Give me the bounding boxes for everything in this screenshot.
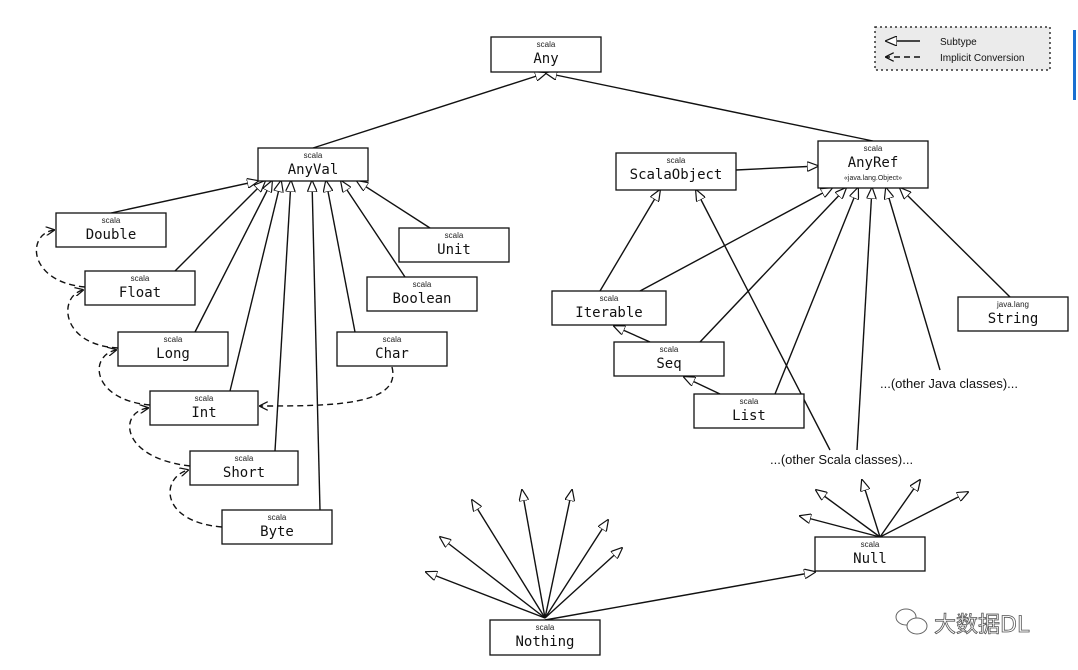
node-name: Float bbox=[119, 285, 161, 301]
node-package: scala bbox=[864, 144, 883, 153]
edge-seq-iterable bbox=[614, 326, 651, 343]
node-name: Seq bbox=[656, 356, 681, 372]
node-name: String bbox=[988, 311, 1039, 327]
edge-otherjava-anyref bbox=[886, 188, 941, 371]
node-name: Any bbox=[533, 51, 558, 67]
node-any: scala Any bbox=[490, 36, 602, 73]
node-string: java.lang String bbox=[957, 296, 1069, 332]
node-int: scala Int bbox=[149, 390, 259, 426]
edge-seq-anyref bbox=[699, 188, 846, 343]
node-package: scala bbox=[600, 294, 619, 303]
node-package: scala bbox=[164, 335, 183, 344]
edge-short-anyval bbox=[274, 181, 291, 452]
node-scalaobject: scala ScalaObject bbox=[615, 152, 737, 191]
node-name: ScalaObject bbox=[630, 167, 723, 183]
edge-iterable-scalaobject bbox=[599, 190, 660, 292]
edge-nothing-fan bbox=[426, 572, 546, 619]
legend-subtype-label: Subtype bbox=[940, 37, 977, 48]
node-name: Null bbox=[853, 551, 887, 567]
legend: Subtype Implicit Conversion bbox=[874, 26, 1051, 71]
watermark: 大数据DL bbox=[895, 608, 1030, 638]
node-package: scala bbox=[131, 274, 150, 283]
scala-type-hierarchy-diagram: Subtype Implicit Conversion scala Any sc… bbox=[0, 0, 1078, 670]
edge-scalaobject-anyref bbox=[735, 166, 818, 170]
node-name: List bbox=[732, 408, 766, 424]
edge-float-anyval bbox=[174, 181, 265, 272]
node-name: Char bbox=[375, 346, 409, 362]
node-name: Iterable bbox=[575, 305, 642, 321]
node-package: scala bbox=[383, 335, 402, 344]
edge-nothing-fan bbox=[544, 490, 572, 619]
node-package: scala bbox=[413, 280, 432, 289]
node-char: scala Char bbox=[336, 331, 448, 367]
node-package: scala bbox=[268, 513, 287, 522]
node-name: Unit bbox=[437, 242, 471, 258]
edge-double-anyval bbox=[110, 181, 258, 214]
node-double: scala Double bbox=[55, 212, 167, 248]
edge-null-fan bbox=[800, 516, 881, 538]
node-byte: scala Byte bbox=[221, 509, 333, 545]
node-seq: scala Seq bbox=[613, 341, 725, 377]
node-package: scala bbox=[102, 216, 121, 225]
watermark-text: 大数据DL bbox=[934, 613, 1030, 638]
node-package: scala bbox=[667, 156, 686, 165]
node-subtitle: «java.lang.Object» bbox=[844, 175, 902, 182]
node-package: scala bbox=[660, 345, 679, 354]
node-name: Double bbox=[86, 227, 137, 243]
node-package: scala bbox=[235, 454, 254, 463]
node-anyref: scala AnyRef «java.lang.Object» bbox=[817, 140, 929, 189]
edge-anyval-any bbox=[312, 73, 546, 149]
edge-anyref-any bbox=[546, 73, 874, 142]
node-null: scala Null bbox=[814, 536, 926, 572]
edge-string-anyref bbox=[900, 188, 1011, 298]
node-nothing: scala Nothing bbox=[489, 619, 601, 656]
node-unit: scala Unit bbox=[398, 227, 510, 263]
node-name: Short bbox=[223, 465, 265, 481]
node-name: Long bbox=[156, 346, 190, 362]
edge-nothing-fan bbox=[440, 537, 546, 619]
diagram-canvas: Subtype Implicit Conversion scalaAnyscal… bbox=[35, 26, 1076, 656]
edge-boolean-anyval bbox=[341, 181, 406, 278]
node-name: Boolean bbox=[392, 291, 451, 307]
edge-otherscala-anyref bbox=[856, 188, 872, 451]
node-package: scala bbox=[740, 397, 759, 406]
node-iterable: scala Iterable bbox=[551, 290, 667, 326]
edge-long-anyval bbox=[194, 181, 272, 333]
scrollbar-accent bbox=[1073, 30, 1076, 100]
node-anyval: scala AnyVal bbox=[257, 147, 369, 182]
edge-null-fan bbox=[879, 480, 920, 538]
legend-implicit-label: Implicit Conversion bbox=[940, 53, 1024, 64]
other-java-classes-label: ...(other Java classes)... bbox=[880, 376, 1018, 391]
edge-char-anyval bbox=[326, 181, 356, 333]
node-package: scala bbox=[861, 540, 880, 549]
edge-null-fan bbox=[816, 490, 881, 538]
node-name: AnyVal bbox=[288, 162, 339, 178]
node-package: scala bbox=[195, 394, 214, 403]
node-package: scala bbox=[536, 623, 555, 632]
node-boolean: scala Boolean bbox=[366, 276, 478, 312]
node-package: scala bbox=[304, 151, 323, 160]
edge-iterable-anyref bbox=[639, 188, 832, 292]
edge-null-fan bbox=[862, 480, 881, 538]
edge-null-fan bbox=[879, 492, 968, 538]
node-float: scala Float bbox=[84, 270, 196, 306]
edge-byte-anyval bbox=[312, 181, 321, 511]
node-name: AnyRef bbox=[848, 155, 899, 171]
node-package: java.lang bbox=[996, 300, 1029, 309]
other-scala-classes-label: ...(other Scala classes)... bbox=[770, 452, 913, 467]
wechat-icon bbox=[895, 608, 928, 635]
node-list: scala List bbox=[693, 393, 805, 429]
edge-nothing-null bbox=[544, 572, 815, 621]
edge-list-seq bbox=[684, 377, 721, 395]
node-name: Byte bbox=[260, 524, 294, 540]
node-long: scala Long bbox=[117, 331, 229, 367]
node-package: scala bbox=[537, 40, 556, 49]
node-name: Nothing bbox=[515, 634, 574, 650]
node-name: Int bbox=[191, 405, 216, 421]
node-short: scala Short bbox=[189, 450, 299, 486]
node-package: scala bbox=[445, 231, 464, 240]
